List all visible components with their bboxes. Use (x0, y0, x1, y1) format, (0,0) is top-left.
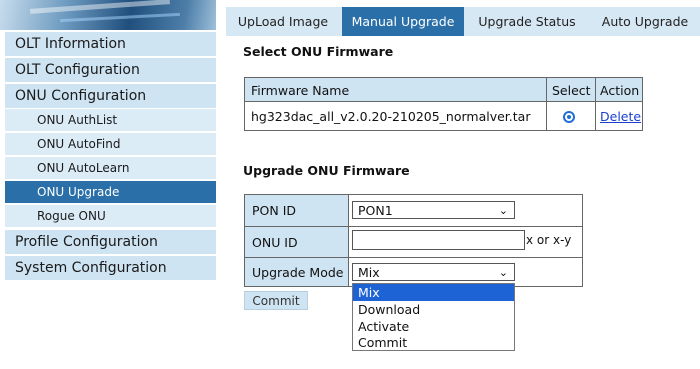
mode-option-commit[interactable]: Commit (353, 334, 514, 351)
tab-upload-image[interactable]: UpLoad Image (226, 7, 340, 36)
firmware-name-cell: hg323dac_all_v2.0.20-210205_normalver.ta… (251, 109, 531, 124)
upgrade-mode-label: Upgrade Mode (245, 258, 348, 286)
upgrade-mode-dropdown-list: Mix Download Activate Commit (352, 283, 515, 351)
sidebar-item-label: ONU AutoLearn (37, 161, 130, 175)
mode-option-activate[interactable]: Activate (353, 318, 514, 335)
tab-auto-upgrade[interactable]: Auto Upgrade (590, 7, 700, 36)
section-title-select-firmware: Select ONU Firmware (243, 44, 394, 59)
sidebar-item-profile-configuration[interactable]: Profile Configuration (5, 230, 216, 255)
sidebar-item-onu-autolearn[interactable]: ONU AutoLearn (5, 157, 216, 180)
firmware-select-radio[interactable] (563, 110, 575, 123)
chevron-down-icon: ⌄ (498, 266, 508, 279)
section-title-upgrade-firmware: Upgrade ONU Firmware (243, 163, 410, 178)
column-header-action: Action (600, 82, 640, 98)
delete-link[interactable]: Delete (600, 109, 641, 124)
sidebar-item-label: System Configuration (15, 260, 167, 276)
sidebar-item-onu-configuration[interactable]: ONU Configuration (5, 84, 216, 109)
onu-id-hint: x or x-y (526, 233, 572, 247)
sidebar-item-label: ONU Configuration (15, 88, 147, 104)
column-header-firmware-name: Firmware Name (251, 82, 350, 98)
sidebar-item-label: OLT Configuration (15, 62, 140, 78)
sidebar: OLT Information OLT Configuration ONU Co… (0, 0, 216, 369)
onu-id-input[interactable] (352, 230, 525, 250)
pon-id-label: PON ID (245, 195, 348, 226)
banner-logo (0, 0, 216, 30)
sidebar-item-label: ONU AuthList (37, 113, 118, 127)
mode-option-download[interactable]: Download (353, 301, 514, 318)
tab-upgrade-status[interactable]: Upgrade Status (466, 7, 588, 36)
mode-option-mix[interactable]: Mix (353, 284, 514, 301)
chevron-down-icon: ⌄ (498, 204, 508, 217)
sidebar-item-onu-autofind[interactable]: ONU AutoFind (5, 133, 216, 156)
sidebar-item-onu-upgrade[interactable]: ONU Upgrade (5, 181, 216, 204)
sidebar-item-olt-information[interactable]: OLT Information (5, 32, 216, 57)
sidebar-item-label: Rogue ONU (37, 209, 106, 223)
sidebar-item-label: ONU AutoFind (37, 137, 121, 151)
sidebar-item-label: Profile Configuration (15, 234, 158, 250)
sidebar-item-label: OLT Information (15, 36, 126, 52)
sidebar-item-olt-configuration[interactable]: OLT Configuration (5, 58, 216, 83)
sidebar-item-rogue-onu[interactable]: Rogue ONU (5, 205, 216, 228)
upgrade-mode-value: Mix (358, 264, 380, 280)
sidebar-item-label: ONU Upgrade (37, 185, 120, 199)
tab-bar: UpLoad Image Manual Upgrade Upgrade Stat… (226, 7, 700, 36)
pon-id-value: PON1 (358, 202, 393, 218)
commit-button[interactable]: Commit (244, 291, 308, 310)
sidebar-item-system-configuration[interactable]: System Configuration (5, 256, 216, 281)
upgrade-mode-select[interactable]: Mix ⌄ (352, 263, 515, 281)
column-header-select: Select (552, 82, 591, 98)
pon-id-select[interactable]: PON1 ⌄ (352, 201, 515, 219)
sidebar-item-onu-authlist[interactable]: ONU AuthList (5, 109, 216, 132)
firmware-table: Firmware Name Select Action hg323dac_all… (244, 77, 643, 131)
onu-id-label: ONU ID (245, 227, 348, 257)
tab-manual-upgrade[interactable]: Manual Upgrade (342, 7, 464, 36)
